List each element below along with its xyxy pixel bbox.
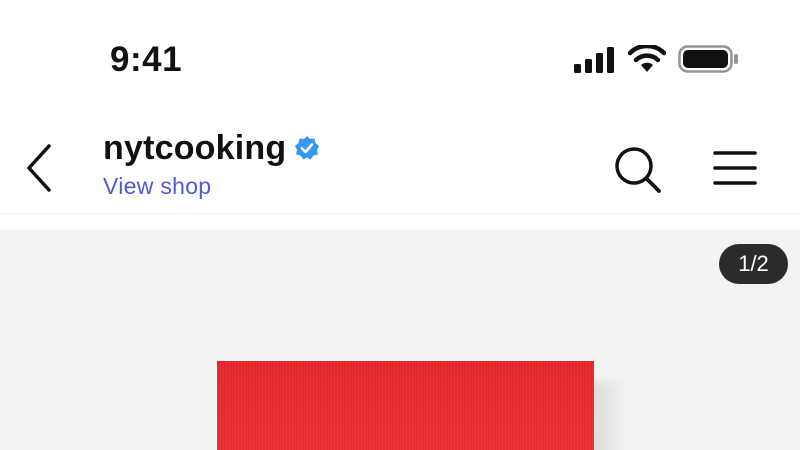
chevron-left-icon [27, 144, 51, 192]
title-row: nytcooking [103, 128, 320, 168]
page-indicator-badge: 1/2 [719, 244, 788, 284]
search-icon [615, 147, 661, 193]
book-shadow [590, 382, 622, 450]
post-media[interactable]: 1/2 [0, 230, 800, 450]
status-bar: 9:41 [0, 0, 800, 110]
hamburger-menu-icon [713, 151, 757, 185]
status-time: 9:41 [110, 40, 183, 79]
red-cookbook-photo [217, 361, 594, 450]
back-button[interactable] [18, 142, 62, 194]
verified-badge-icon [294, 135, 320, 161]
battery-icon [678, 45, 738, 73]
profile-header: nytcooking View shop [0, 110, 800, 214]
search-button[interactable] [612, 144, 664, 196]
account-name[interactable]: nytcooking [103, 128, 286, 168]
title-block: nytcooking View shop [103, 128, 320, 200]
wifi-icon [628, 45, 666, 72]
menu-button[interactable] [712, 148, 758, 190]
view-shop-link[interactable]: View shop [103, 172, 320, 200]
cellular-signal-icon [574, 47, 614, 73]
